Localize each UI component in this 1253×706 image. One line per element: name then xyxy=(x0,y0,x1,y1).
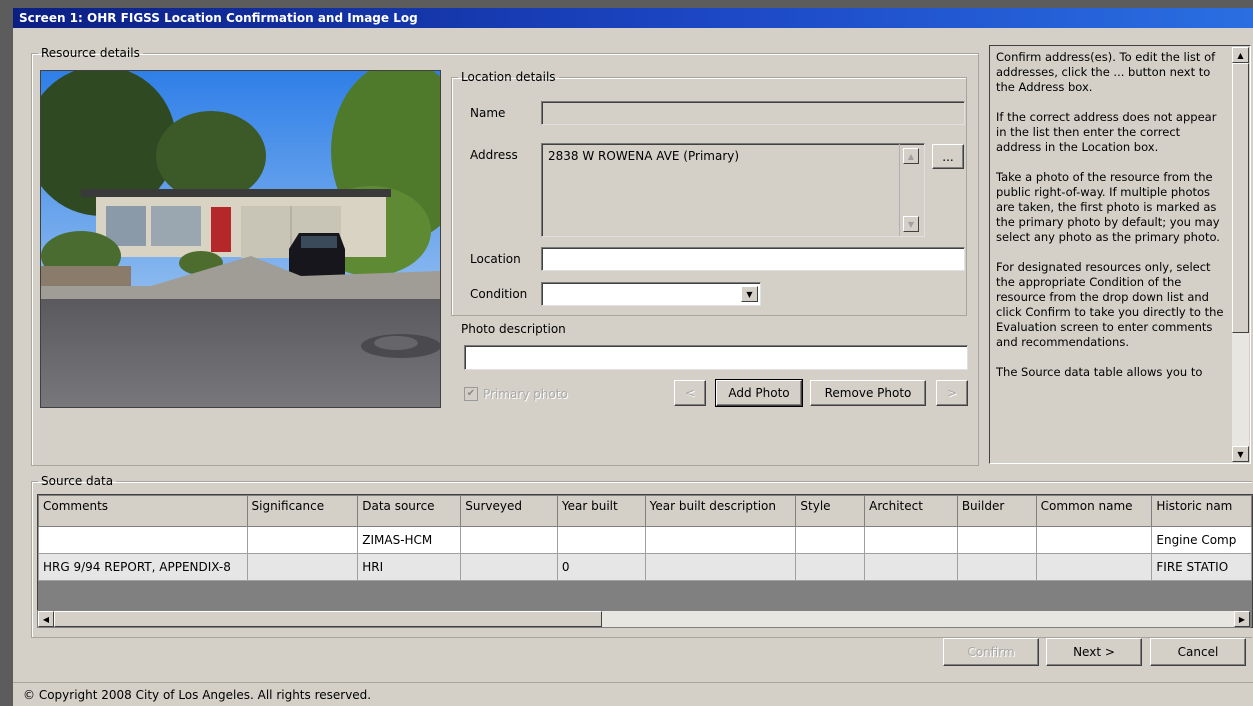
table-cell[interactable] xyxy=(1035,526,1153,554)
table-cell[interactable] xyxy=(246,526,359,554)
table-cell[interactable] xyxy=(864,553,958,581)
resource-details-legend: Resource details xyxy=(41,46,140,60)
table-cell[interactable]: 0 xyxy=(556,553,646,581)
location-details-legend: Location details xyxy=(461,70,556,84)
table-cell[interactable] xyxy=(460,553,558,581)
table-cell[interactable] xyxy=(460,526,558,554)
scroll-down-icon[interactable]: ▼ xyxy=(1232,446,1249,462)
scroll-left-icon[interactable]: ◀ xyxy=(38,611,54,627)
grid-horizontal-scrollbar[interactable]: ◀ ▶ xyxy=(37,610,1251,628)
table-cell[interactable] xyxy=(956,553,1037,581)
help-scrollbar[interactable]: ▲ ▼ xyxy=(1232,47,1249,462)
scroll-up-icon[interactable]: ▲ xyxy=(903,148,919,164)
window-title: Screen 1: OHR FIGSS Location Confirmatio… xyxy=(13,8,1253,28)
help-paragraph: Confirm address(es). To edit the list of… xyxy=(996,50,1216,94)
remove-photo-button[interactable]: Remove Photo xyxy=(810,380,926,406)
name-field[interactable] xyxy=(541,101,965,125)
previous-photo-button[interactable]: < xyxy=(674,380,706,406)
primary-photo-checkbox[interactable]: ✔ Primary photo xyxy=(464,387,568,401)
scroll-thumb[interactable] xyxy=(54,611,602,627)
house-photo-image xyxy=(41,71,440,407)
address-label: Address xyxy=(470,148,518,162)
table-cell[interactable]: Engine Comp xyxy=(1151,526,1252,554)
checkbox-check-icon: ✔ xyxy=(464,387,478,401)
column-header[interactable]: Style xyxy=(795,495,866,527)
table-cell[interactable]: HRI xyxy=(357,553,462,581)
column-header[interactable]: Year built xyxy=(556,495,646,527)
table-cell[interactable]: FIRE STATIO xyxy=(1151,553,1252,581)
scroll-down-icon[interactable]: ▼ xyxy=(903,216,919,232)
column-header[interactable]: Builder xyxy=(956,495,1037,527)
address-list[interactable]: 2838 W ROWENA AVE (Primary) ▲ ▼ xyxy=(541,143,925,237)
table-cell[interactable] xyxy=(795,526,866,554)
table-cell[interactable] xyxy=(38,526,248,554)
table-cell[interactable]: ZIMAS-HCM xyxy=(357,526,462,554)
table-cell[interactable] xyxy=(644,553,797,581)
scroll-right-icon[interactable]: ▶ xyxy=(1234,611,1250,627)
primary-photo-label: Primary photo xyxy=(483,387,568,401)
edit-addresses-button[interactable]: ... xyxy=(932,144,964,169)
source-data-grid[interactable]: Comments Significance Data source Surveyed Y… xyxy=(37,494,1253,628)
table-row[interactable]: ZIMAS-HCM Engine Comp xyxy=(38,526,1252,554)
app-window: Screen 1: OHR FIGSS Location Confirmatio… xyxy=(13,8,1253,706)
add-photo-button[interactable]: Add Photo xyxy=(715,379,803,407)
address-list-item[interactable]: 2838 W ROWENA AVE (Primary) xyxy=(548,149,739,163)
table-cell[interactable] xyxy=(246,553,359,581)
column-header[interactable]: Surveyed xyxy=(460,495,558,527)
help-paragraph: If the correct address does not appear i… xyxy=(996,110,1217,154)
cancel-button[interactable]: Cancel xyxy=(1150,638,1246,666)
column-header[interactable]: Common name xyxy=(1035,495,1153,527)
column-header[interactable]: Architect xyxy=(864,495,958,527)
help-panel[interactable]: Confirm address(es). To edit the list of… xyxy=(989,45,1251,464)
copyright-footer: © Copyright 2008 City of Los Angeles. Al… xyxy=(13,682,1253,706)
name-label: Name xyxy=(470,106,506,120)
next-photo-button[interactable]: > xyxy=(936,380,968,406)
resource-photo[interactable] xyxy=(40,70,441,408)
help-paragraph: The Source data table allows you to xyxy=(996,365,1203,379)
column-header[interactable]: Comments xyxy=(38,495,248,527)
scroll-up-icon[interactable]: ▲ xyxy=(1232,47,1249,63)
location-field[interactable] xyxy=(541,247,965,271)
help-paragraph: For designated resources only, select th… xyxy=(996,260,1224,349)
table-header-row: Comments Significance Data source Surveyed Y… xyxy=(38,495,1252,527)
next-button[interactable]: Next > xyxy=(1046,638,1142,666)
table-cell[interactable] xyxy=(864,526,958,554)
address-list-scrollbar[interactable]: ▲ ▼ xyxy=(899,144,924,236)
help-text: Confirm address(es). To edit the list of… xyxy=(996,50,1224,395)
table-cell[interactable] xyxy=(795,553,866,581)
table-cell[interactable] xyxy=(644,526,797,554)
source-data-legend: Source data xyxy=(41,474,114,488)
location-label: Location xyxy=(470,252,521,266)
help-paragraph: Take a photo of the resource from the pu… xyxy=(996,170,1220,244)
column-header[interactable]: Historic nam xyxy=(1151,495,1252,527)
column-header[interactable]: Significance xyxy=(246,495,359,527)
table-row[interactable]: HRG 9/94 REPORT, APPENDIX-8 HRI 0 FIRE STAT… xyxy=(38,553,1252,581)
source-data-table: Comments Significance Data source Surveyed Y… xyxy=(38,495,1252,581)
condition-label: Condition xyxy=(470,287,528,301)
table-cell[interactable] xyxy=(1035,553,1153,581)
column-header[interactable]: Data source xyxy=(357,495,462,527)
scroll-thumb[interactable] xyxy=(1232,63,1249,333)
confirm-button[interactable]: Confirm xyxy=(943,638,1039,666)
column-header[interactable]: Year built description xyxy=(644,495,797,527)
condition-select[interactable]: ▼ xyxy=(541,282,761,306)
table-cell[interactable]: HRG 9/94 REPORT, APPENDIX-8 xyxy=(38,553,248,581)
table-cell[interactable] xyxy=(956,526,1037,554)
photo-description-field[interactable] xyxy=(464,345,968,370)
table-cell[interactable] xyxy=(556,526,646,554)
chevron-down-icon[interactable]: ▼ xyxy=(741,286,758,302)
photo-description-label: Photo description xyxy=(461,322,566,336)
